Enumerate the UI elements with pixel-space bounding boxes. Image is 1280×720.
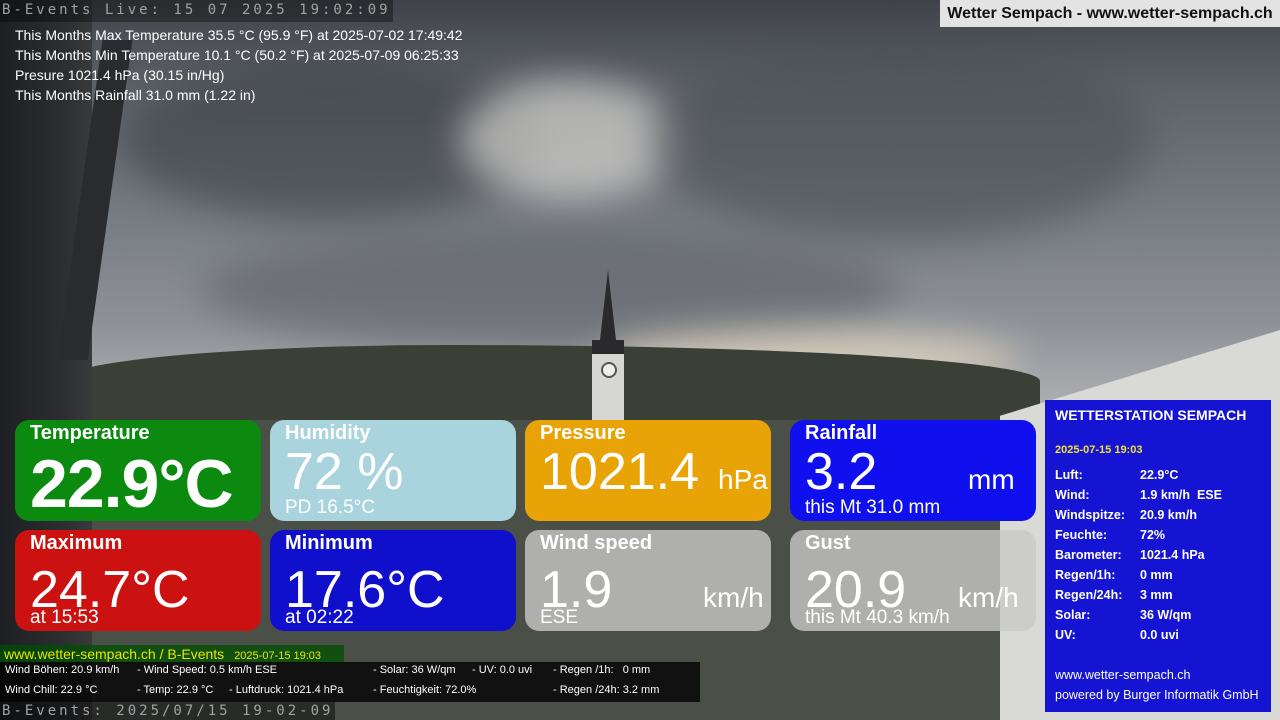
station-key: Regen/24h: — [1055, 588, 1123, 602]
rainfall-unit: mm — [968, 464, 1015, 495]
station-value: 0.0 uvi — [1140, 628, 1179, 642]
gust-month-max: this Mt 40.3 km/h — [805, 607, 950, 628]
station-row: Regen/1h: 0 mm — [1055, 567, 1269, 587]
minimum-time: at 02:22 — [285, 607, 354, 628]
station-row: Windspitze: 20.9 km/h — [1055, 507, 1269, 527]
station-row: UV: 0.0 uvi — [1055, 627, 1269, 647]
monthly-info: This Months Max Temperature 35.5 °C (95.… — [15, 25, 463, 105]
cloud-bright — [460, 80, 680, 200]
station-row: Regen/24h: 3 mm — [1055, 587, 1269, 607]
rainfall-title: Rainfall — [805, 422, 878, 444]
ticker-solar: - Solar: 36 W/qm — [373, 664, 456, 676]
pressure-title: Pressure — [540, 422, 626, 444]
station-value: 1.9 km/h ESE — [1140, 488, 1222, 502]
humidity-tile: Humidity 72 % PD 16.5°C — [270, 420, 516, 521]
ticker-wind-speed: - Wind Speed: 0.5 km/h ESE — [137, 664, 278, 676]
info-max-temp: This Months Max Temperature 35.5 °C (95.… — [15, 27, 463, 43]
ticker: www.wetter-sempach.ch / B-Events 2025-07-… — [0, 645, 700, 702]
station-key: Windspitze: — [1055, 508, 1126, 522]
humidity-title: Humidity — [285, 422, 371, 444]
station-heading: WETTERSTATION SEMPACH — [1055, 407, 1247, 423]
station-readings: Luft: 22.9°C Wind: 1.9 km/h ESE Windspitze… — [1055, 467, 1269, 647]
pressure-value: 1021.4 — [540, 443, 700, 501]
ticker-uv: - UV: 0.0 uvi — [472, 664, 533, 676]
gust-tile: Gust 20.9 km/h this Mt 40.3 km/h — [790, 530, 1036, 631]
station-date: 2025-07-15 19:03 — [1055, 444, 1143, 456]
gust-title: Gust — [805, 532, 851, 554]
pressure-unit: hPa — [718, 464, 768, 495]
temperature-value: 22.9°C — [30, 446, 234, 522]
info-pressure: Presure 1021.4 hPa (30.15 in/Hg) — [15, 67, 225, 83]
ticker-humidity: - Feuchtigkeit: 72.0% — [373, 684, 477, 696]
station-panel: WETTERSTATION SEMPACH 2025-07-15 19:03 L… — [1045, 400, 1271, 712]
temperature-tile: Temperature 22.9°C — [15, 420, 261, 521]
capture-timestamp-label: B-Events: 2025/07/15 19-02-09 — [0, 702, 336, 720]
humidity-value: 72 % — [285, 443, 404, 501]
ticker-rain-1h: - Regen /1h: 0 mm — [553, 664, 651, 676]
station-value: 3 mm — [1140, 588, 1173, 602]
gust-unit: km/h — [958, 582, 1019, 613]
ticker-wind-gusts: Wind Böhen: 20.9 km/h — [5, 664, 120, 676]
ticker-temp: - Temp: 22.9 °C — [137, 684, 214, 696]
windspeed-direction: ESE — [540, 607, 579, 628]
station-row: Luft: 22.9°C — [1055, 467, 1269, 487]
ticker-pressure: - Luftdruck: 1021.4 hPa — [229, 684, 344, 696]
ticker-rain-24h: - Regen /24h: 3.2 mm — [553, 684, 660, 696]
humidity-dewpoint: PD 16.5°C — [285, 497, 375, 518]
rainfall-month: this Mt 31.0 mm — [805, 497, 941, 518]
rainfall-tile: Rainfall 3.2 mm this Mt 31.0 mm — [790, 420, 1036, 521]
station-row: Barometer: 1021.4 hPa — [1055, 547, 1269, 567]
ticker-date: 2025-07-15 19:03 — [234, 650, 322, 662]
maximum-time: at 15:53 — [30, 607, 99, 628]
station-key: UV: — [1055, 628, 1076, 642]
station-value: 20.9 km/h — [1140, 508, 1197, 522]
live-timestamp-label: B-Events Live: 15 07 2025 19:02:09 — [0, 0, 393, 22]
windspeed-unit: km/h — [703, 582, 764, 613]
info-min-temp: This Months Min Temperature 10.1 °C (50.… — [15, 47, 459, 63]
station-row: Feuchte: 72% — [1055, 527, 1269, 547]
pressure-tile: Pressure 1021.4 hPa — [525, 420, 771, 521]
station-key: Solar: — [1055, 608, 1091, 622]
station-key: Wind: — [1055, 488, 1090, 502]
station-key: Luft: — [1055, 468, 1083, 482]
station-key: Regen/1h: — [1055, 568, 1116, 582]
rainfall-value: 3.2 — [805, 443, 878, 501]
station-row: Solar: 36 W/qm — [1055, 607, 1269, 627]
ticker-wind-chill: Wind Chill: 22.9 °C — [5, 684, 98, 696]
minimum-tile: Minimum 17.6°C at 02:22 — [270, 530, 516, 631]
station-key: Feuchte: — [1055, 528, 1108, 542]
ticker-site: www.wetter-sempach.ch / B-Events 2025-07-… — [0, 645, 344, 663]
ticker-lines: Wind Böhen: 20.9 km/h - Wind Speed: 0.5 … — [0, 662, 700, 702]
site-banner: Wetter Sempach - www.wetter-sempach.ch — [940, 0, 1280, 27]
maximum-tile: Maximum 24.7°C at 15:53 — [15, 530, 261, 631]
station-value: 36 W/qm — [1140, 608, 1192, 622]
station-footer-powered: powered by Burger Informatik GmbH — [1055, 688, 1259, 702]
cloud — [650, 40, 1150, 240]
station-value: 72% — [1140, 528, 1166, 542]
station-value: 0 mm — [1140, 568, 1173, 582]
maximum-title: Maximum — [30, 532, 123, 554]
station-footer-site: www.wetter-sempach.ch — [1055, 668, 1191, 682]
station-value: 1021.4 hPa — [1140, 548, 1205, 562]
minimum-title: Minimum — [285, 532, 373, 554]
station-row: Wind: 1.9 km/h ESE — [1055, 487, 1269, 507]
info-rainfall: This Months Rainfall 31.0 mm (1.22 in) — [15, 87, 256, 103]
church-steeple — [588, 270, 628, 444]
station-key: Barometer: — [1055, 548, 1122, 562]
station-value: 22.9°C — [1140, 468, 1179, 482]
ticker-site-text: www.wetter-sempach.ch / B-Events — [4, 646, 225, 662]
temperature-title: Temperature — [30, 422, 150, 444]
windspeed-tile: Wind speed 1.9 km/h ESE — [525, 530, 771, 631]
windspeed-title: Wind speed — [540, 532, 653, 554]
